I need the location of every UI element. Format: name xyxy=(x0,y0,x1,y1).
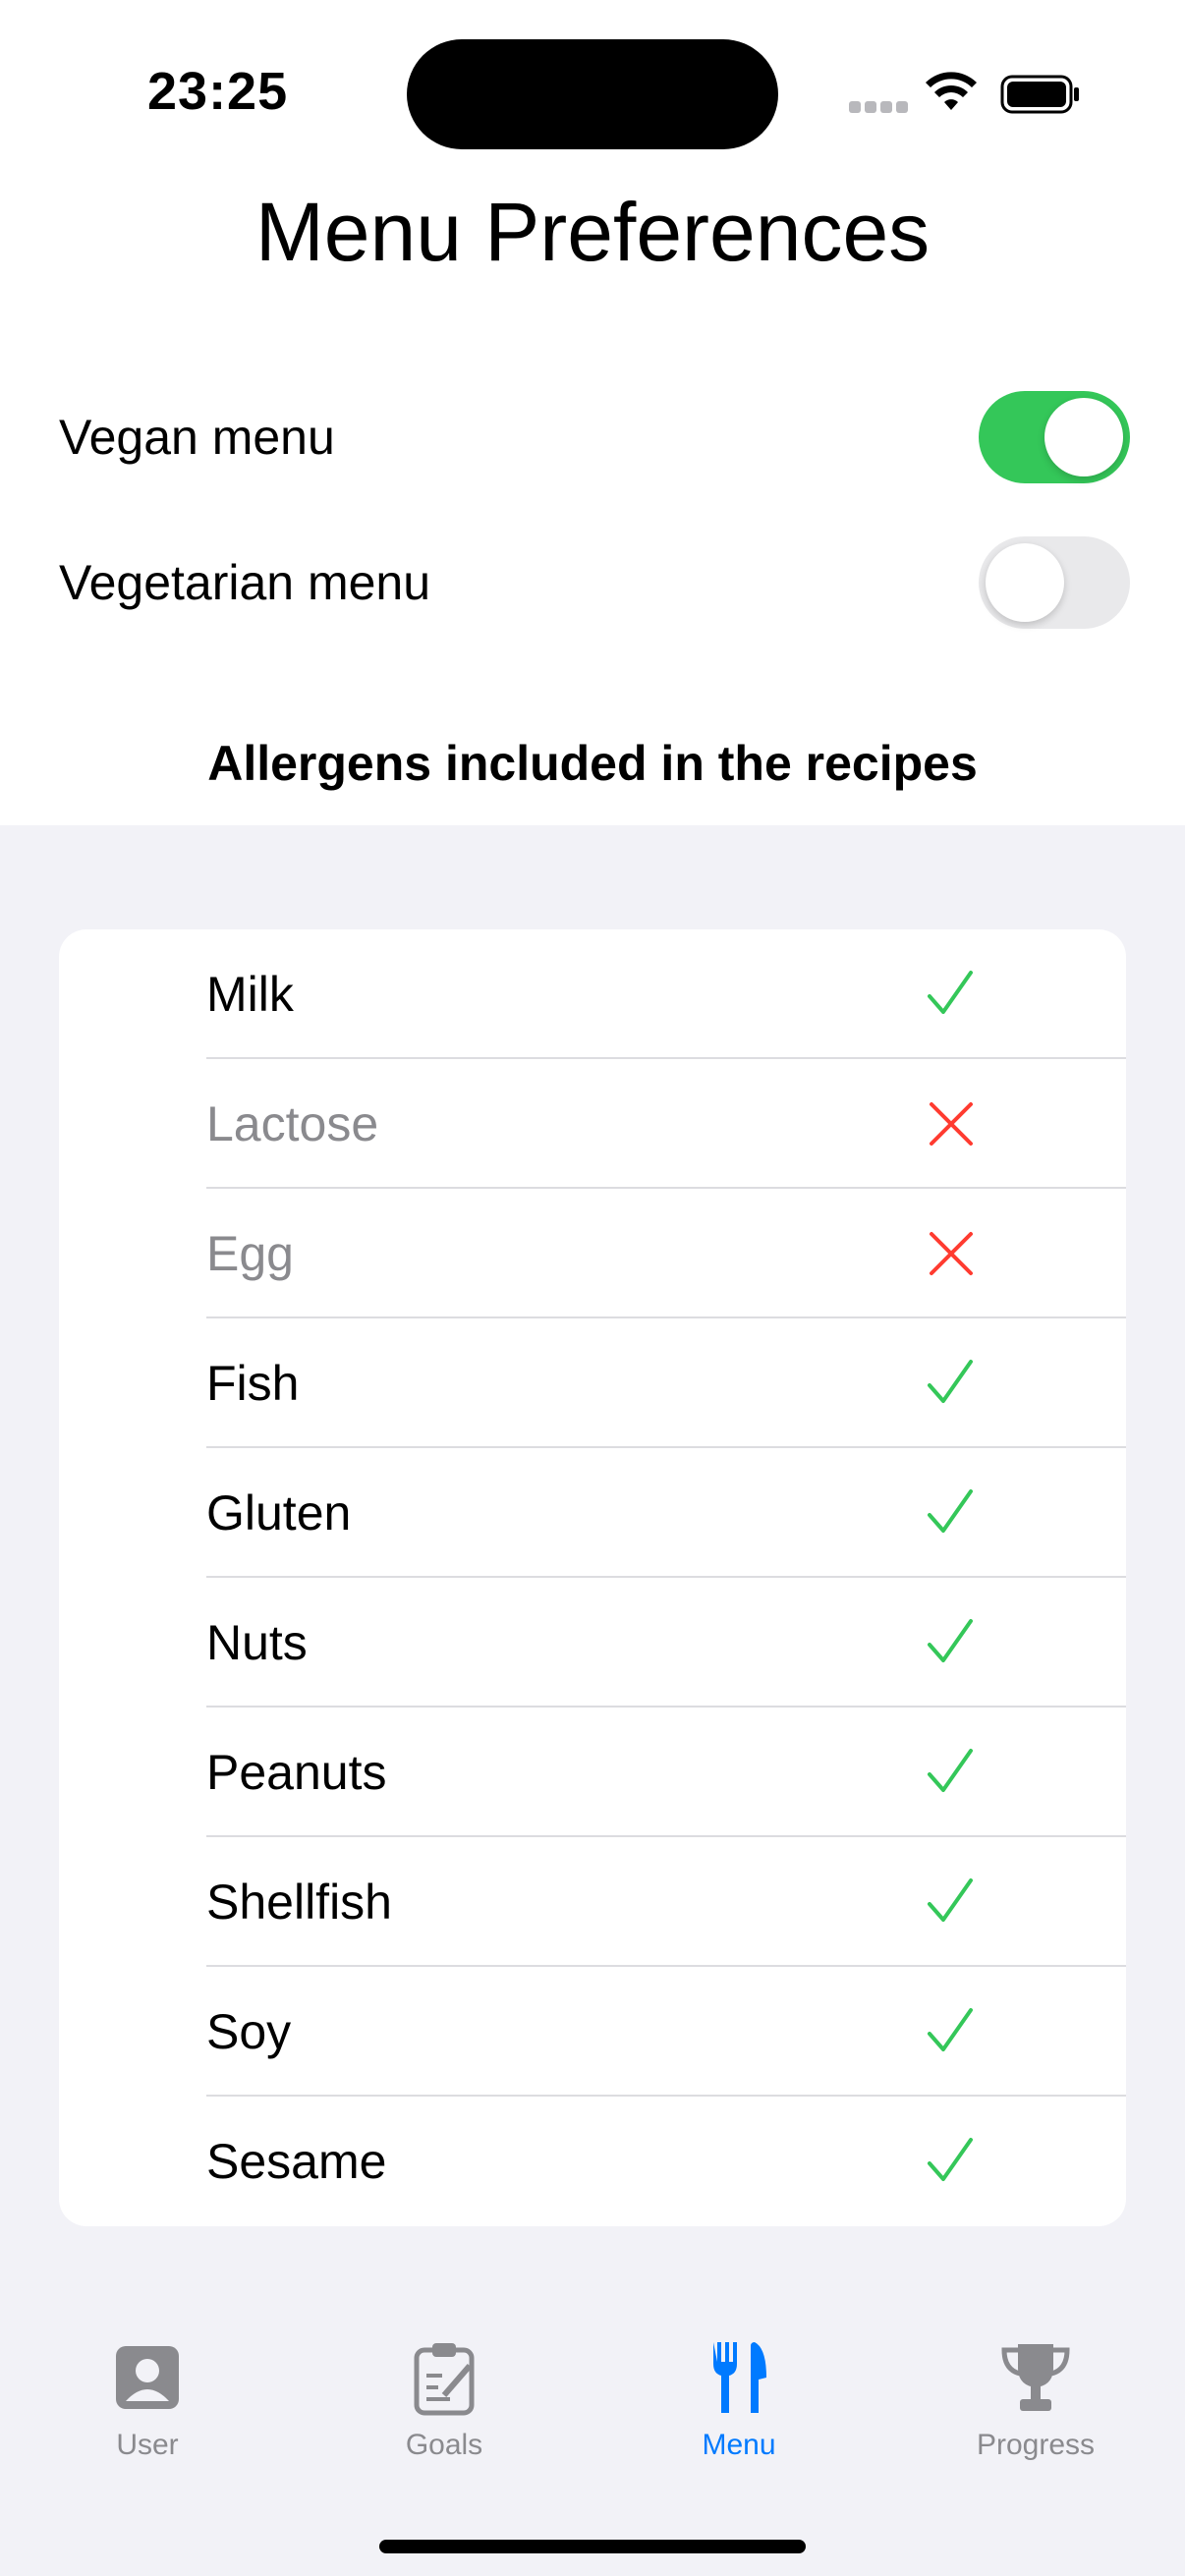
home-indicator xyxy=(379,2540,806,2553)
allergen-row[interactable]: Fish xyxy=(59,1318,1126,1448)
tab-progress[interactable]: Progress xyxy=(937,2338,1134,2486)
checkmark-icon xyxy=(928,1619,973,1662)
allergen-name: Nuts xyxy=(206,1615,308,1670)
checkmark-icon xyxy=(928,2008,973,2051)
battery-icon xyxy=(1000,75,1079,114)
vegetarian-menu-toggle[interactable] xyxy=(979,536,1130,629)
status-indicators xyxy=(845,71,1081,120)
allergen-name: Lactose xyxy=(206,1096,379,1151)
status-time: 23:25 xyxy=(147,62,289,121)
allergen-row[interactable]: Milk xyxy=(59,929,1126,1059)
tab-progress-label: Progress xyxy=(976,2429,1096,2461)
allergens-heading: Allergens included in the recipes xyxy=(207,736,978,791)
dynamic-island xyxy=(407,39,778,149)
vegan-menu-toggle[interactable] xyxy=(979,391,1130,483)
checkmark-icon xyxy=(928,1878,973,1922)
allergen-row[interactable]: Nuts xyxy=(59,1578,1126,1708)
allergen-name: Peanuts xyxy=(206,1745,387,1800)
tab-user-label: User xyxy=(116,2429,179,2461)
wifi-icon xyxy=(926,72,977,110)
checkmark-icon xyxy=(928,971,973,1014)
checkmark-icon xyxy=(928,2138,973,2181)
allergen-name: Fish xyxy=(206,1356,300,1411)
clipboard-icon xyxy=(414,2343,475,2416)
allergen-row[interactable]: Shellfish xyxy=(59,1837,1126,1967)
allergen-name: Shellfish xyxy=(206,1875,392,1930)
vegetarian-menu-row: Vegetarian menu xyxy=(59,529,1130,637)
allergen-row[interactable]: Gluten xyxy=(59,1448,1126,1578)
xmark-icon xyxy=(930,1232,973,1275)
checkmark-icon xyxy=(928,1360,973,1403)
allergen-row[interactable]: Egg xyxy=(59,1189,1126,1318)
page-title: Menu Preferences xyxy=(254,186,931,278)
allergen-name: Sesame xyxy=(206,2134,387,2189)
person-icon xyxy=(116,2346,179,2409)
allergen-row[interactable]: Soy xyxy=(59,1967,1126,2097)
fork-knife-icon xyxy=(713,2342,766,2413)
allergen-name: Milk xyxy=(206,967,294,1022)
allergen-name: Egg xyxy=(206,1226,294,1281)
toggle-knob xyxy=(1044,398,1123,476)
tab-user[interactable]: User xyxy=(49,2338,246,2486)
tab-goals[interactable]: Goals xyxy=(346,2338,542,2486)
allergen-row[interactable]: Sesame xyxy=(59,2097,1126,2226)
vegan-menu-label: Vegan menu xyxy=(59,410,335,465)
cellular-signal-icon xyxy=(849,100,912,118)
allergen-list: Milk Lactose Egg Fish Gluten Nuts Peanuts Shell… xyxy=(59,929,1126,2226)
checkmark-icon xyxy=(928,1489,973,1533)
allergen-row[interactable]: Peanuts xyxy=(59,1708,1126,1837)
allergen-row[interactable]: Lactose xyxy=(59,1059,1126,1189)
xmark-icon xyxy=(930,1102,973,1146)
checkmark-icon xyxy=(928,1749,973,1792)
allergen-name: Gluten xyxy=(206,1485,352,1540)
tab-menu-label: Menu xyxy=(702,2429,776,2461)
tab-menu[interactable]: Menu xyxy=(641,2338,837,2486)
allergen-name: Soy xyxy=(206,2004,292,2059)
vegan-menu-row: Vegan menu xyxy=(59,383,1130,491)
tab-goals-label: Goals xyxy=(405,2429,483,2461)
toggle-knob xyxy=(986,543,1064,622)
vegetarian-menu-label: Vegetarian menu xyxy=(59,555,431,610)
trophy-icon xyxy=(1001,2344,1070,2411)
